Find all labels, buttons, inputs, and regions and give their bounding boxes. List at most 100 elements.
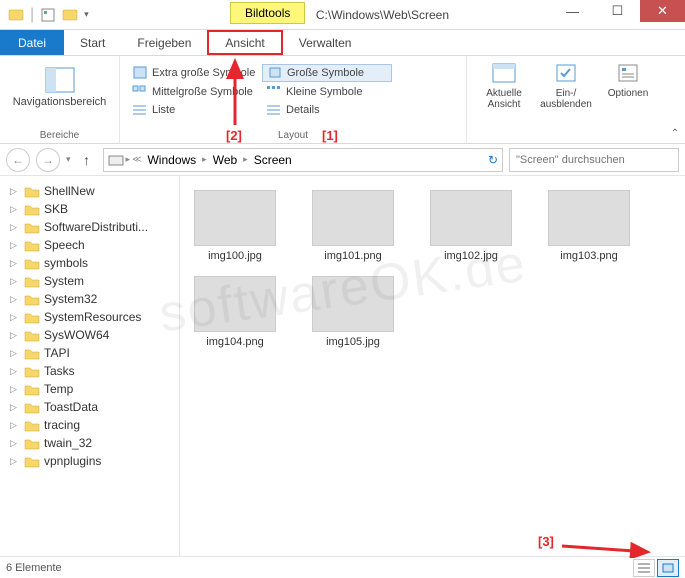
properties-icon[interactable]: [40, 7, 56, 23]
collapse-ribbon-button[interactable]: ⌃: [665, 56, 685, 143]
tree-node[interactable]: ▷Speech: [4, 236, 175, 254]
new-folder-icon[interactable]: [62, 7, 78, 23]
maximize-button[interactable]: ☐: [595, 0, 640, 22]
chevron-right-icon[interactable]: ▷: [10, 222, 20, 233]
tree-node[interactable]: ▷Temp: [4, 380, 175, 398]
chevron-right-icon[interactable]: ▷: [10, 294, 20, 305]
chevron-right-icon[interactable]: ▷: [10, 186, 20, 197]
chevron-right-icon[interactable]: ▷: [10, 456, 20, 467]
chevron-right-icon[interactable]: ▷: [10, 366, 20, 377]
chevron-right-icon[interactable]: ▷: [10, 438, 20, 449]
thumbnail[interactable]: img103.png: [544, 190, 634, 262]
chevron-right-icon[interactable]: ▷: [10, 348, 20, 359]
tree-label: System: [44, 274, 84, 288]
tree-node[interactable]: ▷ System32: [4, 290, 175, 308]
search-input[interactable]: [509, 148, 679, 172]
thumbnails-grid: img100.jpg img101.png img102.jpg img103.png…: [190, 190, 675, 348]
refresh-icon[interactable]: ↻: [488, 153, 498, 167]
details-view-button[interactable]: [633, 559, 655, 577]
tree-node[interactable]: ▷ SKB: [4, 200, 175, 218]
close-button[interactable]: ✕: [640, 0, 685, 22]
minimize-button[interactable]: —: [550, 0, 595, 22]
chevron-right-icon[interactable]: ▷: [10, 204, 20, 215]
layout-small-icons[interactable]: Kleine Symbole: [262, 84, 392, 100]
thumbnail[interactable]: img104.png: [190, 276, 280, 348]
currentview-icon: [490, 62, 518, 86]
item-count: 6 Elemente: [6, 562, 62, 574]
thumbnail-label: img100.jpg: [208, 250, 262, 262]
chevron-right-icon[interactable]: ▷: [10, 402, 20, 413]
tab-manage[interactable]: Verwalten: [283, 30, 368, 55]
list-icon: [132, 103, 148, 117]
layout-extra-large-icons[interactable]: Extra große Symbole: [128, 64, 258, 82]
crumb-windows[interactable]: Windows: [143, 153, 200, 167]
contextual-tab-bildtools[interactable]: Bildtools: [230, 2, 305, 24]
tree-label: SysWOW64: [44, 328, 109, 342]
chevron-right-icon[interactable]: ≪: [132, 154, 141, 165]
tree-node[interactable]: ▷symbols: [4, 254, 175, 272]
options-button[interactable]: Optionen: [599, 62, 657, 141]
options-icon: [614, 62, 642, 86]
tab-start[interactable]: Start: [64, 30, 121, 55]
address-bar: ← → ▾ ↑ ▸ ≪ Windows ▸ Web ▸ Screen ↻: [0, 144, 685, 176]
quick-access-toolbar: | ▾: [0, 6, 89, 24]
history-dropdown-icon[interactable]: ▾: [66, 154, 71, 165]
tree-node[interactable]: ▷ToastData: [4, 398, 175, 416]
layout-list[interactable]: Liste: [128, 102, 258, 118]
up-button[interactable]: ↑: [77, 150, 97, 170]
chevron-right-icon[interactable]: ▷: [10, 420, 20, 431]
folder-icon: [24, 239, 40, 252]
forward-button[interactable]: →: [36, 148, 60, 172]
thumbnail[interactable]: img100.jpg: [190, 190, 280, 262]
chevron-right-icon[interactable]: ▷: [10, 330, 20, 341]
tree-node[interactable]: ▷ SysWOW64: [4, 326, 175, 344]
tree-label: Tasks: [44, 364, 75, 378]
icons-view-button[interactable]: [657, 559, 679, 577]
tree-node[interactable]: ▷tracing: [4, 416, 175, 434]
small-icon: [266, 85, 282, 99]
tab-view[interactable]: Ansicht: [207, 30, 282, 55]
chevron-right-icon[interactable]: ▷: [10, 384, 20, 395]
thumbnail-image: [312, 276, 394, 332]
tree-node[interactable]: ▷ System: [4, 272, 175, 290]
thumbnail[interactable]: img102.jpg: [426, 190, 516, 262]
tree-node[interactable]: ▷SoftwareDistributi...: [4, 218, 175, 236]
chevron-right-icon[interactable]: ▷: [10, 258, 20, 269]
crumb-web[interactable]: Web: [209, 153, 241, 167]
tree-label: SKB: [44, 202, 68, 216]
qat-dropdown-icon[interactable]: ▾: [84, 9, 89, 20]
breadcrumb-bar[interactable]: ▸ ≪ Windows ▸ Web ▸ Screen ↻: [103, 148, 503, 172]
navpane-label: Navigationsbereich: [13, 96, 107, 108]
tree-label: System32: [44, 292, 97, 306]
thumbnail[interactable]: img101.png: [308, 190, 398, 262]
group-title-panes: Bereiche: [8, 130, 111, 141]
thumbnail-label: img105.jpg: [326, 336, 380, 348]
chevron-right-icon[interactable]: ▸: [202, 154, 207, 165]
tree-node[interactable]: ▷TAPI: [4, 344, 175, 362]
tab-share[interactable]: Freigeben: [121, 30, 207, 55]
crumb-screen[interactable]: Screen: [250, 153, 296, 167]
current-view-button[interactable]: Aktuelle Ansicht: [475, 62, 533, 141]
layout-medium-icons[interactable]: Mittelgroße Symbole: [128, 84, 258, 100]
navigation-pane-button[interactable]: Navigationsbereich: [8, 60, 111, 108]
tab-file[interactable]: Datei: [0, 30, 64, 55]
thumbnail[interactable]: img105.jpg: [308, 276, 398, 348]
layout-details[interactable]: Details: [262, 102, 392, 118]
back-button[interactable]: ←: [6, 148, 30, 172]
chevron-right-icon[interactable]: ▸: [126, 154, 131, 165]
folder-tree[interactable]: ▷ShellNew▷SKB▷SoftwareDistributi...▷Spee…: [0, 176, 180, 556]
thumbnail-label: img101.png: [324, 250, 382, 262]
tree-node[interactable]: ▷ Tasks: [4, 362, 175, 380]
tree-node[interactable]: ▷twain_32: [4, 434, 175, 452]
layout-large-icons[interactable]: Große Symbole: [262, 64, 392, 82]
tree-node[interactable]: ▷ShellNew: [4, 182, 175, 200]
folder-icon: [24, 455, 40, 468]
chevron-right-icon[interactable]: ▷: [10, 312, 20, 323]
tree-node[interactable]: ▷vpnplugins: [4, 452, 175, 470]
chevron-right-icon[interactable]: ▷: [10, 240, 20, 251]
chevron-right-icon[interactable]: ▷: [10, 276, 20, 287]
tree-node[interactable]: ▷SystemResources: [4, 308, 175, 326]
chevron-right-icon[interactable]: ▸: [243, 154, 248, 165]
content-pane[interactable]: img100.jpg img101.png img102.jpg img103.png…: [180, 176, 685, 556]
show-hide-button[interactable]: Ein-/ ausblenden: [537, 62, 595, 141]
